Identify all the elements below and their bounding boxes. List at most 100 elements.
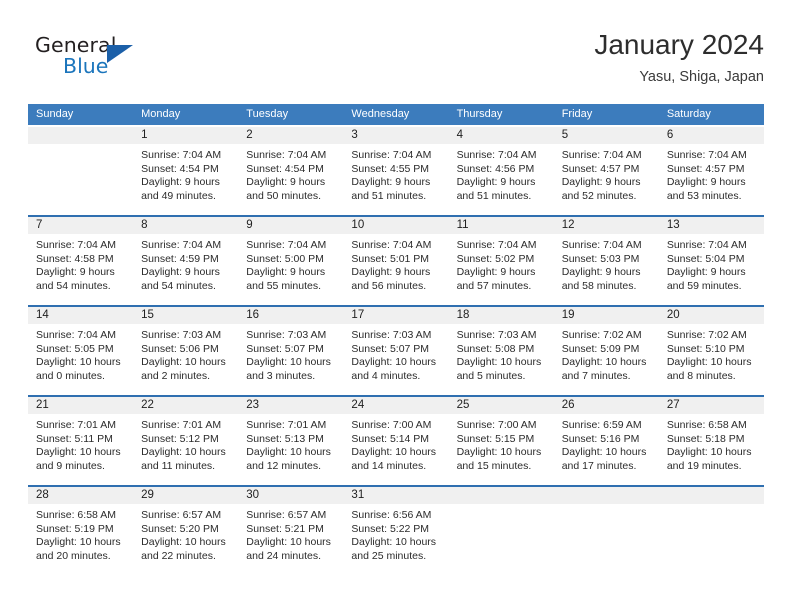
day-cell[interactable]: 3 Sunrise: 7:04 AM Sunset: 4:55 PM Daylight…: [343, 127, 449, 215]
day-cell[interactable]: 2 Sunrise: 7:04 AM Sunset: 4:54 PM Daylight…: [238, 127, 344, 215]
day-sun-info: Sunrise: 6:56 AM Sunset: 5:22 PM Daylight:…: [343, 504, 448, 563]
sunset-text: Sunset: 4:54 PM: [246, 162, 324, 175]
day-cell[interactable]: 5 Sunrise: 7:04 AM Sunset: 4:57 PM Daylight…: [553, 127, 659, 215]
sunrise-text: Sunrise: 7:03 AM: [141, 329, 222, 341]
daylight-text-line2: and 54 minutes.: [141, 279, 216, 292]
day-number: 18: [448, 307, 554, 324]
day-cell[interactable]: 22 Sunrise: 7:01 AM Sunset: 5:12 PM Dayligh…: [133, 397, 239, 485]
day-cell[interactable]: 13 Sunrise: 7:04 AM Sunset: 5:04 PM Dayligh…: [658, 217, 764, 305]
day-cell[interactable]: 21 Sunrise: 7:01 AM Sunset: 5:11 PM Dayligh…: [28, 397, 134, 485]
day-cell[interactable]: 28 Sunrise: 6:58 AM Sunset: 5:19 PM Dayligh…: [28, 487, 134, 575]
daylight-text-line2: and 51 minutes.: [351, 189, 427, 202]
day-cell[interactable]: 1 Sunrise: 7:04 AM Sunset: 4:54 PM Daylight…: [133, 127, 239, 215]
weekday-monday: Monday: [141, 108, 181, 120]
sunset-text: Sunset: 5:12 PM: [141, 432, 219, 445]
day-sun-info: Sunrise: 7:02 AM Sunset: 5:10 PM Daylight:…: [659, 324, 764, 383]
sunrise-text: Sunrise: 7:04 AM: [456, 149, 537, 161]
day-cell[interactable]: 7 Sunrise: 7:04 AM Sunset: 4:58 PM Daylight…: [28, 217, 134, 305]
sunrise-text: Sunrise: 7:01 AM: [246, 419, 327, 431]
calendar-week-row: 21 Sunrise: 7:01 AM Sunset: 5:11 PM Dayligh…: [28, 395, 764, 485]
day-cell[interactable]: 20 Sunrise: 7:02 AM Sunset: 5:10 PM Dayligh…: [658, 307, 764, 395]
sunset-text: Sunset: 5:09 PM: [561, 342, 640, 355]
day-number: 17: [343, 307, 449, 324]
day-number: 14: [28, 307, 134, 324]
day-sun-info: Sunrise: 7:00 AM Sunset: 5:15 PM Daylight:…: [449, 414, 554, 473]
daylight-text-line1: Daylight: 10 hours: [246, 446, 331, 458]
day-cell[interactable]: 31 Sunrise: 6:56 AM Sunset: 5:22 PM Dayligh…: [343, 487, 449, 575]
sunset-text: Sunset: 5:05 PM: [36, 342, 114, 355]
daylight-text-line2: and 2 minutes.: [141, 369, 211, 382]
calendar-week-row: 7 Sunrise: 7:04 AM Sunset: 4:58 PM Daylight…: [28, 215, 764, 305]
day-number: 5: [553, 127, 659, 144]
day-sun-info: Sunrise: 7:04 AM Sunset: 5:00 PM Daylight:…: [238, 234, 343, 293]
day-cell[interactable]: 27 Sunrise: 6:58 AM Sunset: 5:18 PM Dayligh…: [658, 397, 764, 485]
page-title: January 2024: [594, 29, 764, 60]
day-cell[interactable]: 9 Sunrise: 7:04 AM Sunset: 5:00 PM Daylight…: [238, 217, 344, 305]
brand-logo[interactable]: General Blue: [35, 33, 155, 85]
day-number: 13: [658, 217, 764, 234]
day-number: [553, 487, 659, 504]
daylight-text-line1: Daylight: 9 hours: [456, 266, 536, 278]
daylight-text-line1: Daylight: 10 hours: [36, 536, 121, 548]
sunset-text: Sunset: 5:18 PM: [666, 432, 745, 445]
day-cell[interactable]: 8 Sunrise: 7:04 AM Sunset: 4:59 PM Daylight…: [133, 217, 239, 305]
sunset-text: Sunset: 4:59 PM: [141, 252, 219, 265]
day-cell[interactable]: 19 Sunrise: 7:02 AM Sunset: 5:09 PM Dayligh…: [553, 307, 659, 395]
day-cell[interactable]: 10 Sunrise: 7:04 AM Sunset: 5:01 PM Dayligh…: [343, 217, 449, 305]
triangle-logo-icon: [107, 45, 133, 63]
sunrise-text: Sunrise: 7:01 AM: [141, 419, 222, 431]
sunrise-text: Sunrise: 7:04 AM: [666, 239, 747, 251]
sunset-text: Sunset: 4:56 PM: [456, 162, 535, 175]
daylight-text-line2: and 12 minutes.: [246, 459, 321, 472]
daylight-text-line1: Daylight: 9 hours: [351, 176, 431, 188]
daylight-text-line1: Daylight: 10 hours: [351, 446, 437, 458]
sunrise-text: Sunrise: 7:04 AM: [36, 329, 116, 341]
sunset-text: Sunset: 5:20 PM: [141, 522, 219, 535]
day-cell[interactable]: 4 Sunrise: 7:04 AM Sunset: 4:56 PM Daylight…: [448, 127, 554, 215]
daylight-text-line1: Daylight: 10 hours: [141, 536, 226, 548]
daylight-text-line1: Daylight: 10 hours: [561, 356, 647, 368]
daylight-text-line1: Daylight: 9 hours: [561, 266, 641, 278]
daylight-text-line1: Daylight: 10 hours: [351, 356, 437, 368]
day-cell[interactable]: 6 Sunrise: 7:04 AM Sunset: 4:57 PM Daylight…: [658, 127, 764, 215]
daylight-text-line1: Daylight: 10 hours: [141, 446, 226, 458]
day-sun-info: Sunrise: 7:04 AM Sunset: 5:05 PM Daylight:…: [28, 324, 133, 383]
day-cell[interactable]: 16 Sunrise: 7:03 AM Sunset: 5:07 PM Dayligh…: [238, 307, 344, 395]
sunrise-text: Sunrise: 6:58 AM: [36, 509, 116, 521]
day-cell-empty: [28, 127, 134, 215]
day-cell[interactable]: 29 Sunrise: 6:57 AM Sunset: 5:20 PM Dayligh…: [133, 487, 239, 575]
day-cell[interactable]: 24 Sunrise: 7:00 AM Sunset: 5:14 PM Dayligh…: [343, 397, 449, 485]
day-cell[interactable]: 18 Sunrise: 7:03 AM Sunset: 5:08 PM Dayligh…: [448, 307, 554, 395]
day-sun-info: Sunrise: 7:00 AM Sunset: 5:14 PM Daylight:…: [343, 414, 448, 473]
day-cell[interactable]: 17 Sunrise: 7:03 AM Sunset: 5:07 PM Dayligh…: [343, 307, 449, 395]
day-cell-empty: [658, 487, 764, 575]
calendar-page: General Blue January 2024 Yasu, Shiga, J…: [0, 0, 792, 612]
day-cell[interactable]: 26 Sunrise: 6:59 AM Sunset: 5:16 PM Dayligh…: [553, 397, 659, 485]
day-number: 1: [133, 127, 239, 144]
sunrise-text: Sunrise: 7:03 AM: [456, 329, 537, 341]
day-sun-info: Sunrise: 6:57 AM Sunset: 5:20 PM Daylight:…: [133, 504, 238, 563]
day-cell[interactable]: 12 Sunrise: 7:04 AM Sunset: 5:03 PM Dayligh…: [553, 217, 659, 305]
day-number: 9: [238, 217, 344, 234]
daylight-text-line2: and 7 minutes.: [561, 369, 631, 382]
day-sun-info: Sunrise: 6:59 AM Sunset: 5:16 PM Daylight:…: [554, 414, 659, 473]
day-cell[interactable]: 30 Sunrise: 6:57 AM Sunset: 5:21 PM Dayligh…: [238, 487, 344, 575]
daylight-text-line2: and 51 minutes.: [456, 189, 532, 202]
day-cell[interactable]: 15 Sunrise: 7:03 AM Sunset: 5:06 PM Dayligh…: [133, 307, 239, 395]
sunrise-text: Sunrise: 6:56 AM: [351, 509, 432, 521]
day-sun-info: Sunrise: 7:01 AM Sunset: 5:12 PM Daylight:…: [133, 414, 238, 473]
day-cell[interactable]: 25 Sunrise: 7:00 AM Sunset: 5:15 PM Dayligh…: [448, 397, 554, 485]
day-cell[interactable]: 23 Sunrise: 7:01 AM Sunset: 5:13 PM Dayligh…: [238, 397, 344, 485]
daylight-text-line2: and 53 minutes.: [666, 189, 742, 202]
sunset-text: Sunset: 5:03 PM: [561, 252, 640, 265]
day-number: 7: [28, 217, 134, 234]
calendar-week-row: 14 Sunrise: 7:04 AM Sunset: 5:05 PM Dayligh…: [28, 305, 764, 395]
sunset-text: Sunset: 5:02 PM: [456, 252, 535, 265]
day-sun-info: Sunrise: 7:03 AM Sunset: 5:07 PM Daylight:…: [238, 324, 343, 383]
daylight-text-line1: Daylight: 9 hours: [351, 266, 431, 278]
day-number: [658, 487, 764, 504]
day-cell[interactable]: 14 Sunrise: 7:04 AM Sunset: 5:05 PM Dayligh…: [28, 307, 134, 395]
sunset-text: Sunset: 5:19 PM: [36, 522, 114, 535]
sunset-text: Sunset: 5:00 PM: [246, 252, 324, 265]
day-cell[interactable]: 11 Sunrise: 7:04 AM Sunset: 5:02 PM Dayligh…: [448, 217, 554, 305]
